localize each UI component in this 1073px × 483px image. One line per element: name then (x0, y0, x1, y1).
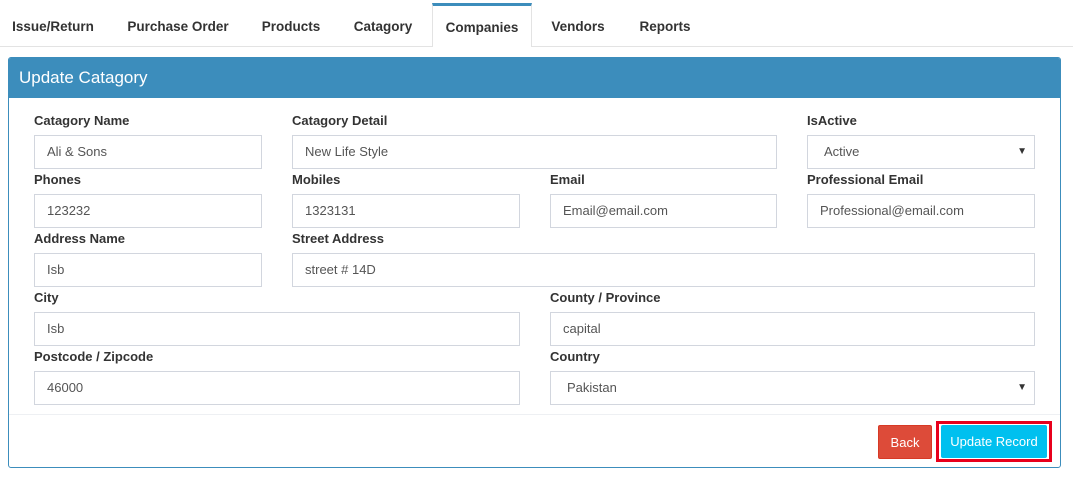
city-input[interactable]: Isb (34, 312, 520, 346)
category-detail-label: Catagory Detail (292, 113, 388, 128)
update-record-highlight: Update Record (936, 421, 1052, 462)
phones-input[interactable]: 123232 (34, 194, 262, 228)
professional-email-label: Professional Email (807, 172, 924, 187)
email-input[interactable]: Email@email.com (550, 194, 777, 228)
category-detail-input[interactable]: New Life Style (292, 135, 777, 169)
tab-issue-return[interactable]: Issue/Return (0, 3, 106, 46)
address-name-input[interactable]: Isb (34, 253, 262, 287)
postcode-label: Postcode / Zipcode (34, 349, 154, 364)
tab-vendors[interactable]: Vendors (539, 3, 617, 46)
city-label: City (34, 290, 59, 305)
tab-products[interactable]: Products (249, 3, 333, 46)
tab-companies[interactable]: Companies (432, 3, 532, 47)
professional-email-input[interactable]: Professional@email.com (807, 194, 1035, 228)
street-address-input[interactable]: street # 14D (292, 253, 1035, 287)
update-record-button[interactable]: Update Record (941, 425, 1047, 458)
panel-title: Update Catagory (9, 58, 1060, 98)
back-button[interactable]: Back (878, 425, 932, 459)
category-name-input[interactable]: Ali & Sons (34, 135, 262, 169)
update-category-panel: Update Catagory Catagory Name Ali & Sons… (8, 57, 1061, 468)
email-label: Email (550, 172, 585, 187)
address-name-label: Address Name (34, 231, 126, 246)
mobiles-input[interactable]: 1323131 (292, 194, 520, 228)
mobiles-label: Mobiles (292, 172, 341, 187)
nav-tabs: Issue/Return Purchase Order Products Cat… (0, 3, 1073, 47)
street-address-label: Street Address (292, 231, 384, 246)
country-label: Country (550, 349, 600, 364)
tab-reports[interactable]: Reports (625, 3, 705, 46)
is-active-value: Active (824, 144, 860, 159)
caret-down-icon: ▼ (1017, 146, 1027, 157)
phones-label: Phones (34, 172, 81, 187)
is-active-select[interactable]: Active ▼ (807, 135, 1035, 169)
footer-divider (9, 414, 1060, 415)
is-active-label: IsActive (807, 113, 857, 128)
category-name-label: Catagory Name (34, 113, 130, 128)
country-select[interactable]: Pakistan ▼ (550, 371, 1035, 405)
tab-purchase-order[interactable]: Purchase Order (113, 3, 243, 46)
tab-catagory[interactable]: Catagory (340, 3, 426, 46)
caret-down-icon: ▼ (1017, 382, 1027, 393)
postcode-input[interactable]: 46000 (34, 371, 520, 405)
county-province-label: County / Province (550, 290, 661, 305)
county-province-input[interactable]: capital (550, 312, 1035, 346)
country-value: Pakistan (567, 380, 617, 395)
